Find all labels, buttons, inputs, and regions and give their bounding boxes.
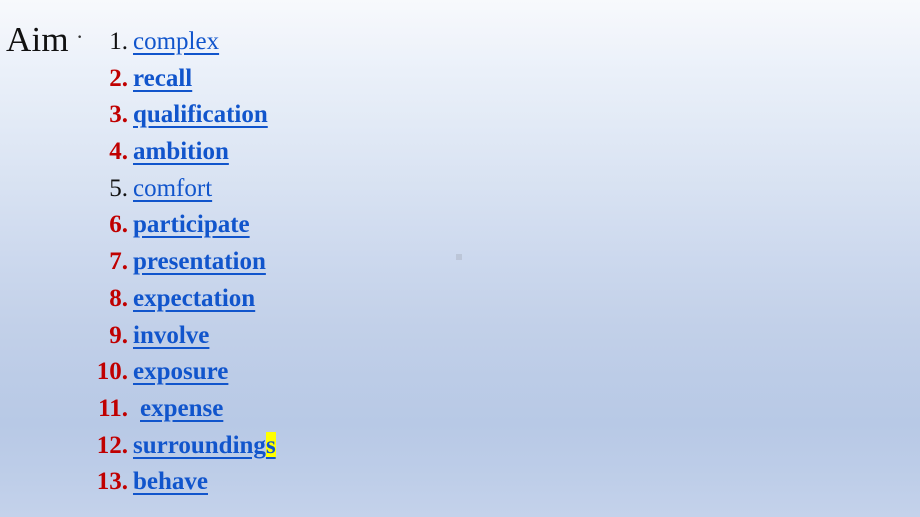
vocabulary-word-link[interactable]: recall bbox=[133, 61, 192, 98]
list-item-number: 4. bbox=[109, 138, 128, 166]
list-item-number: 8. bbox=[109, 284, 128, 312]
list-item-number: 1. bbox=[109, 28, 128, 55]
vocabulary-word-link[interactable]: involve bbox=[133, 318, 209, 355]
gray-square-artifact bbox=[456, 254, 462, 260]
highlighted-letter: s bbox=[265, 431, 276, 459]
vocabulary-word-link[interactable]: qualification bbox=[133, 97, 268, 134]
list-item-number: 6. bbox=[109, 211, 128, 239]
list-item-number: 3. bbox=[109, 101, 128, 129]
slide-canvas: Aim · 1. complex 2. recall 3. qualification 4.… bbox=[0, 0, 920, 517]
vocabulary-word-link[interactable]: expectation bbox=[133, 281, 255, 318]
vocabulary-word-link[interactable]: comfort bbox=[133, 171, 212, 208]
list-item: 7. presentation bbox=[0, 244, 920, 281]
list-item-number: 5. bbox=[109, 174, 128, 202]
list-item: 4. ambition bbox=[0, 134, 920, 171]
list-item: 3. qualification bbox=[0, 97, 920, 134]
vocabulary-word-link[interactable]: expense bbox=[140, 391, 223, 428]
list-item: 12. surroundings bbox=[0, 428, 920, 465]
list-item-number: 13. bbox=[96, 468, 128, 496]
list-item-number: 7. bbox=[109, 248, 128, 276]
list-item-number: 12. bbox=[96, 431, 128, 459]
vocabulary-word-text: surrounding bbox=[133, 431, 266, 459]
list-item: 8. expectation bbox=[0, 281, 920, 318]
vocabulary-word-link[interactable]: presentation bbox=[133, 244, 266, 281]
list-item: 9. involve bbox=[0, 318, 920, 355]
list-item-number: 2. bbox=[109, 64, 128, 92]
vocabulary-list: 1. complex 2. recall 3. qualification 4. ambiti… bbox=[0, 24, 920, 501]
list-item-number: 11. bbox=[98, 394, 128, 422]
vocabulary-word-link[interactable]: complex bbox=[133, 24, 219, 61]
list-item: 13. behave bbox=[0, 464, 920, 501]
list-item: 11. expense bbox=[0, 391, 920, 428]
vocabulary-word-link[interactable]: surroundings bbox=[133, 428, 276, 465]
vocabulary-word-link[interactable]: ambition bbox=[133, 134, 229, 171]
list-item: 6. participate bbox=[0, 207, 920, 244]
list-item-number: 9. bbox=[109, 321, 128, 349]
list-item-number: 10. bbox=[96, 358, 128, 386]
list-item: 5. comfort bbox=[0, 171, 920, 208]
list-item: 10. exposure bbox=[0, 354, 920, 391]
list-item: 2. recall bbox=[0, 61, 920, 98]
vocabulary-word-link[interactable]: behave bbox=[133, 464, 208, 501]
vocabulary-word-link[interactable]: exposure bbox=[133, 354, 228, 391]
list-item: 1. complex bbox=[0, 24, 920, 61]
vocabulary-word-link[interactable]: participate bbox=[133, 207, 250, 244]
